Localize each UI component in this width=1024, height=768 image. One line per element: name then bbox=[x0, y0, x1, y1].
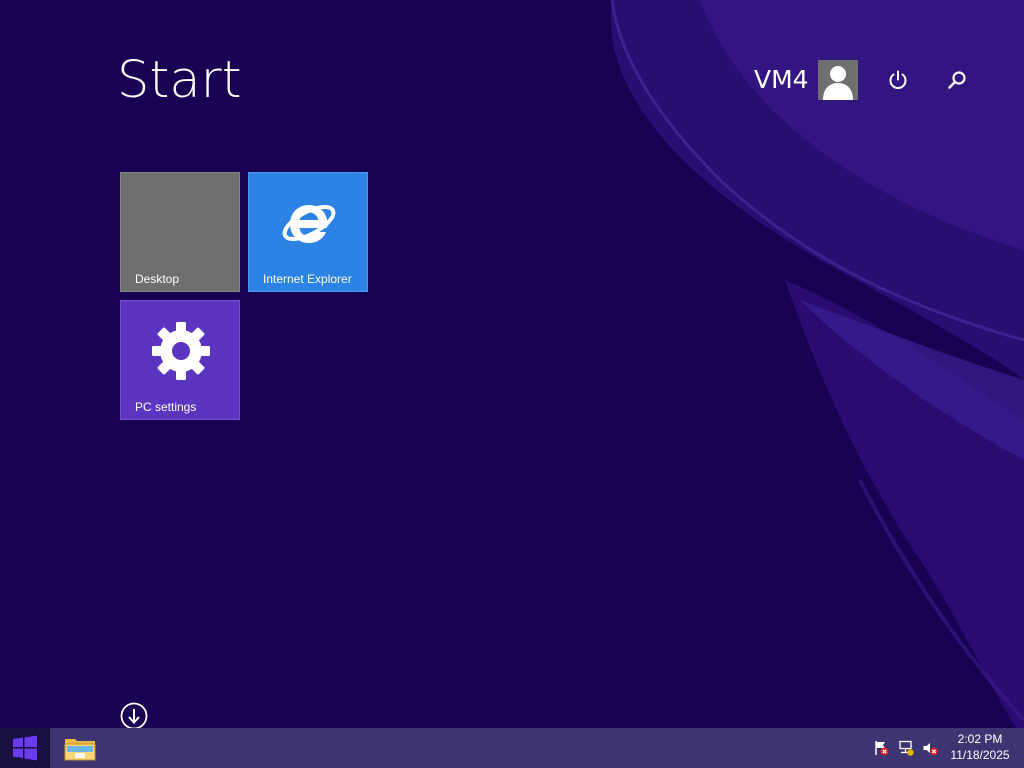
volume-muted-icon[interactable] bbox=[922, 740, 938, 756]
taskbar-clock[interactable]: 2:02 PM 11/18/2025 bbox=[944, 731, 1016, 763]
tile-label: Internet Explorer bbox=[263, 272, 352, 286]
power-icon bbox=[889, 70, 907, 89]
internet-explorer-icon bbox=[282, 205, 336, 243]
start-screen: Start VM4 Desktop Internet Explorer PC s… bbox=[0, 0, 1024, 768]
file-explorer-icon bbox=[64, 739, 96, 761]
user-name[interactable]: VM4 bbox=[754, 64, 809, 96]
start-button[interactable] bbox=[0, 728, 50, 768]
avatar[interactable] bbox=[818, 60, 858, 100]
tile-internet-explorer[interactable]: Internet Explorer bbox=[248, 172, 368, 292]
clock-date: 11/18/2025 bbox=[950, 748, 1010, 762]
gear-icon bbox=[152, 322, 210, 380]
tile-label: Desktop bbox=[135, 272, 180, 286]
tile-label: PC settings bbox=[135, 400, 197, 414]
search-button[interactable] bbox=[941, 64, 973, 96]
tile-desktop[interactable]: Desktop bbox=[120, 172, 240, 292]
arrow-down-circle-icon bbox=[120, 702, 148, 730]
search-icon bbox=[948, 71, 966, 89]
action-center-flag-icon[interactable] bbox=[873, 740, 889, 756]
network-icon[interactable] bbox=[898, 740, 914, 756]
taskbar: 2:02 PM 11/18/2025 bbox=[0, 728, 1024, 768]
user-silhouette-icon bbox=[823, 66, 853, 100]
tile-pc-settings[interactable]: PC settings bbox=[120, 300, 240, 420]
file-explorer-taskbar-button[interactable] bbox=[60, 730, 100, 766]
power-button[interactable] bbox=[882, 64, 914, 96]
all-apps-button[interactable] bbox=[120, 702, 148, 730]
windows-logo-icon bbox=[13, 735, 37, 761]
page-title: Start bbox=[117, 51, 242, 110]
clock-time: 2:02 PM bbox=[957, 732, 1003, 746]
